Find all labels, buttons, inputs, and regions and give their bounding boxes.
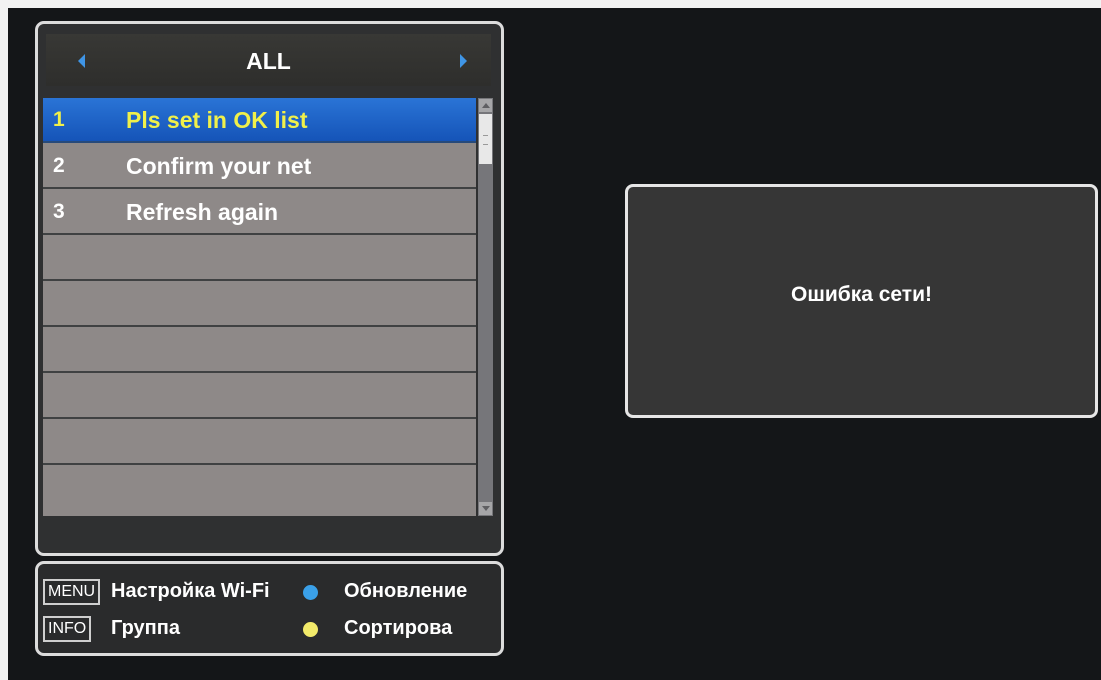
group-title: ALL (246, 48, 291, 74)
menu-key-badge: MENU (43, 579, 101, 605)
triangle-right-icon[interactable] (460, 54, 467, 68)
list-item[interactable] (43, 236, 476, 281)
item-number: 2 (53, 154, 65, 177)
error-dialog: Ошибка сети! (625, 184, 1098, 418)
yellow-dot-icon (303, 622, 318, 637)
group-selector[interactable]: ALL (46, 34, 491, 86)
list-item[interactable] (43, 420, 476, 465)
list-item[interactable]: 3 Refresh again (43, 190, 476, 235)
scroll-down-icon[interactable] (479, 502, 492, 515)
list-item[interactable] (43, 374, 476, 419)
channel-list-panel: ALL 1 Pls set in OK list 2 Confirm your … (35, 21, 504, 556)
info-key-badge: INFO (43, 616, 92, 642)
item-number: 3 (53, 200, 65, 223)
tv-screen: ALL 1 Pls set in OK list 2 Confirm your … (8, 8, 1101, 680)
blue-dot-icon (303, 585, 318, 600)
item-name: Refresh again (126, 199, 279, 225)
menu-label: Настройка Wi-Fi (111, 580, 270, 602)
list-item[interactable] (43, 282, 476, 327)
yellow-label: Сортирова (344, 617, 453, 639)
scroll-thumb[interactable] (479, 114, 492, 164)
info-label: Группа (111, 617, 180, 639)
blue-label: Обновление (344, 580, 468, 602)
list-item[interactable]: 2 Confirm your net (43, 144, 476, 189)
item-name: Pls set in OK list (126, 107, 308, 133)
list-item[interactable] (43, 328, 476, 373)
list-item[interactable]: 1 Pls set in OK list (43, 98, 476, 143)
item-name: Confirm your net (126, 153, 312, 179)
channel-list: 1 Pls set in OK list 2 Confirm your net … (43, 98, 476, 516)
key-legend: MENU Настройка Wi-Fi Обновление INFO Гру… (35, 561, 504, 656)
item-number: 1 (53, 108, 65, 131)
scrollbar[interactable] (478, 98, 493, 516)
list-item[interactable] (43, 466, 476, 511)
error-message: Ошибка сети! (790, 283, 932, 306)
scroll-up-icon[interactable] (479, 99, 492, 112)
